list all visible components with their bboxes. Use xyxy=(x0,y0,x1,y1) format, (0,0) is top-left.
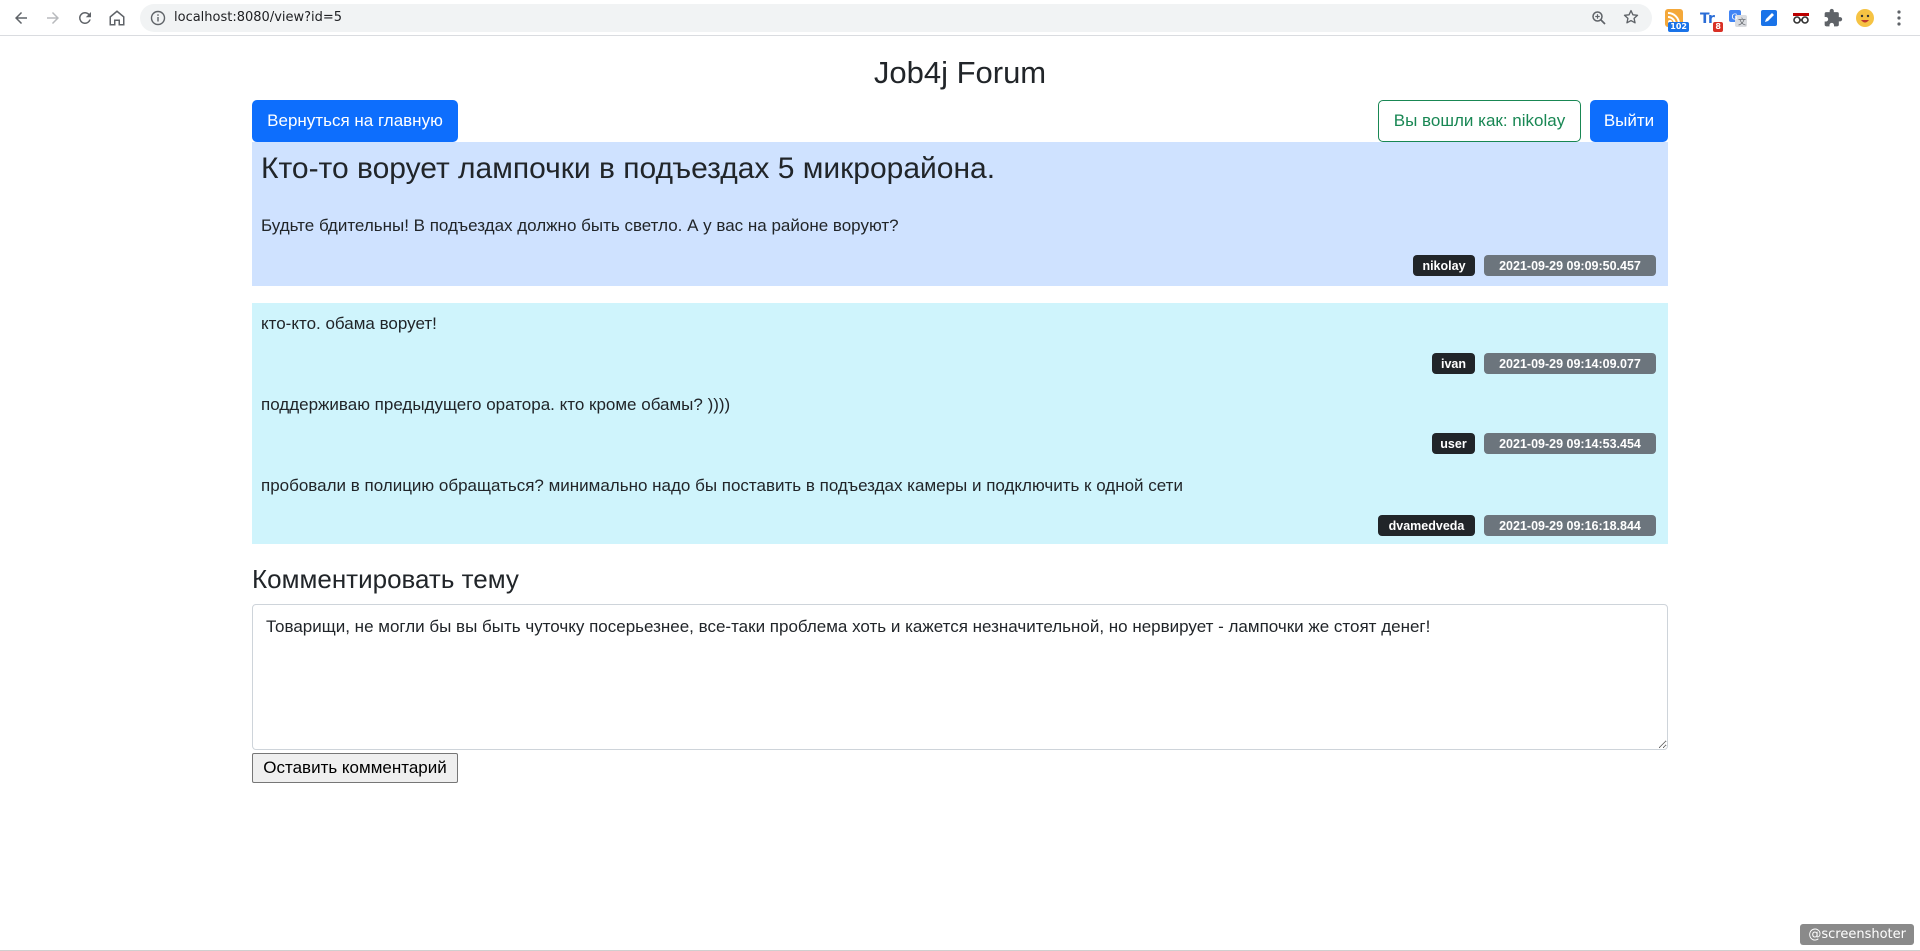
topic-body: Будьте бдительны! В подъездах должно быт… xyxy=(261,216,899,235)
reload-icon[interactable] xyxy=(73,6,97,30)
comment-date-badge: 2021-09-29 09:14:53.454 xyxy=(1484,433,1656,454)
comment-textarea[interactable]: Товарищи, не могли бы вы быть чуточку по… xyxy=(252,604,1668,750)
svg-text:文: 文 xyxy=(1738,17,1746,27)
topic-date-badge: 2021-09-29 09:09:50.457 xyxy=(1484,255,1656,276)
comment-text: поддерживаю предыдущего оратора. кто кро… xyxy=(261,395,731,414)
translate-icon[interactable]: G文 xyxy=(1727,7,1749,29)
forward-arrow-icon[interactable] xyxy=(41,6,65,30)
topic-title: Кто-то ворует лампочки в подъездах 5 мик… xyxy=(261,152,996,185)
comment-author-badge: user xyxy=(1432,433,1475,454)
comments-list: кто-кто. обама ворует! ivan 2021-09-29 0… xyxy=(252,303,1668,544)
comment-section-heading: Комментировать тему xyxy=(252,564,519,594)
site-info-icon[interactable] xyxy=(150,10,166,26)
logout-button[interactable]: Выйти xyxy=(1590,100,1668,142)
comment-text: кто-кто. обама ворует! xyxy=(261,314,437,333)
puzzle-extensions-icon[interactable] xyxy=(1822,7,1844,29)
topic-card: Кто-то ворует лампочки в подъездах 5 мик… xyxy=(252,142,1668,286)
submit-comment-button[interactable]: Оставить комментарий xyxy=(252,753,458,783)
translate-app-icon[interactable]: Tr 8 xyxy=(1697,7,1723,32)
screenshoter-watermark: @screenshoter xyxy=(1800,924,1914,945)
page-title: Job4j Forum xyxy=(873,55,1047,90)
logged-in-user-badge[interactable]: Вы вошли как: nikolay xyxy=(1378,100,1581,142)
bookmark-star-icon[interactable] xyxy=(1622,8,1640,26)
comment-date-badge: 2021-09-29 09:14:09.077 xyxy=(1484,353,1656,374)
profile-avatar-icon[interactable] xyxy=(1854,7,1876,29)
browser-menu-icon[interactable] xyxy=(1888,7,1910,29)
topic-author-badge: nikolay xyxy=(1413,255,1475,276)
rss-badge: 102 xyxy=(1668,22,1689,32)
address-bar[interactable]: localhost:8080/view?id=5 xyxy=(140,4,1652,32)
comment-author-badge: ivan xyxy=(1432,353,1475,374)
zoom-icon[interactable] xyxy=(1590,9,1608,27)
translate-badge: 8 xyxy=(1713,22,1723,32)
back-to-main-button[interactable]: Вернуться на главную xyxy=(252,100,458,142)
url-text[interactable]: localhost:8080/view?id=5 xyxy=(174,10,342,25)
back-arrow-icon[interactable] xyxy=(9,6,33,30)
note-edit-icon[interactable] xyxy=(1758,7,1780,29)
svg-text:G: G xyxy=(1732,13,1738,22)
home-icon[interactable] xyxy=(105,6,129,30)
incognito-glasses-icon[interactable] xyxy=(1790,7,1812,29)
comment-date-badge: 2021-09-29 09:16:18.844 xyxy=(1484,515,1656,536)
rss-feed-icon[interactable]: 102 xyxy=(1663,7,1689,32)
browser-toolbar: localhost:8080/view?id=5 102 Tr 8 G文 xyxy=(0,0,1920,36)
comment-text: пробовали в полицию обращаться? минималь… xyxy=(261,476,1183,495)
comment-author-badge: dvamedveda xyxy=(1378,515,1475,536)
